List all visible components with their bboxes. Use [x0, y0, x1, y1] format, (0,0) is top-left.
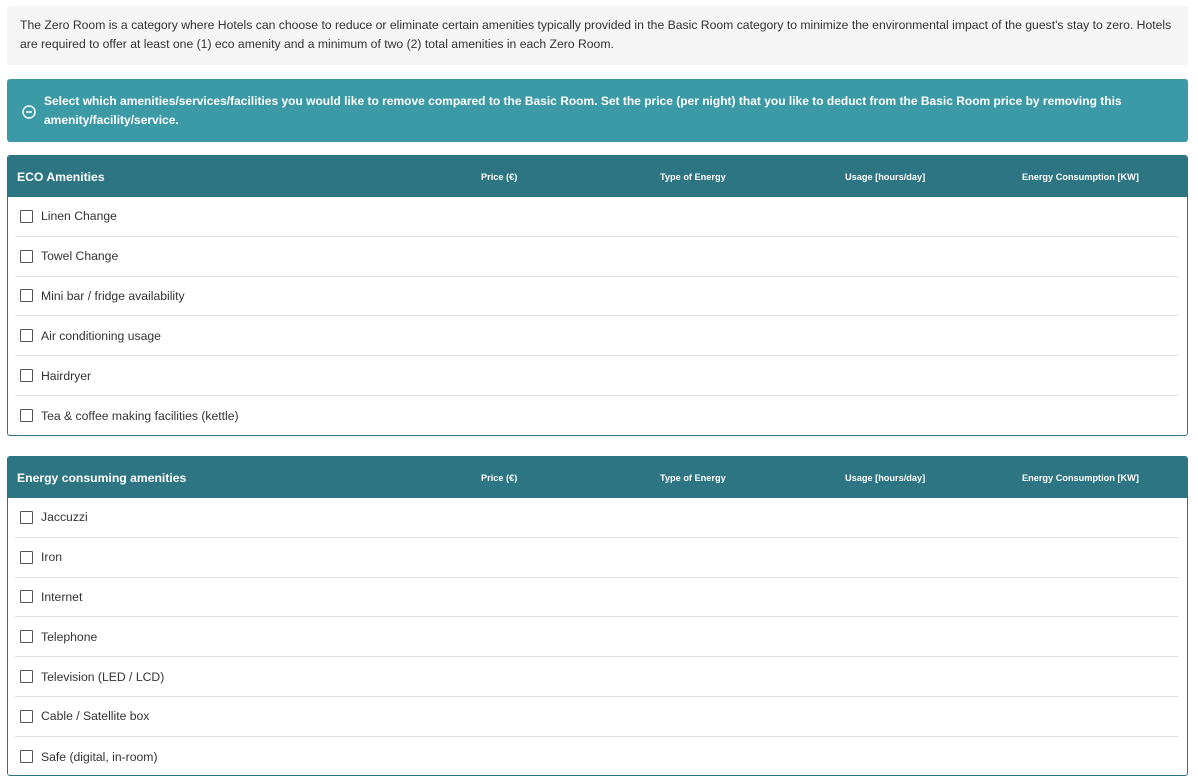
- col-header-price: Price (€): [481, 172, 518, 182]
- col-header-energy-consumption: Energy Consumption [KW]: [1022, 172, 1139, 182]
- info-banner: Select which amenities/services/faciliti…: [7, 79, 1188, 142]
- list-item: Internet: [15, 578, 1179, 618]
- intro-text: The Zero Room is a category where Hotels…: [20, 18, 1172, 51]
- safe-checkbox[interactable]: [20, 750, 33, 764]
- jaccuzzi-checkbox[interactable]: [20, 510, 33, 524]
- linen-change-checkbox[interactable]: [20, 209, 33, 223]
- eco-amenities-panel: ECO Amenities Price (€) Type of Energy U…: [7, 155, 1188, 436]
- eco-amenities-header: ECO Amenities Price (€) Type of Energy U…: [8, 156, 1187, 197]
- item-label: Air conditioning usage: [41, 328, 161, 343]
- tea-coffee-checkbox[interactable]: [20, 409, 33, 423]
- energy-amenities-panel: Energy consuming amenities Price (€) Typ…: [7, 456, 1188, 776]
- col-header-price: Price (€): [481, 473, 518, 483]
- internet-checkbox[interactable]: [20, 590, 33, 604]
- eco-amenities-title: ECO Amenities: [17, 170, 105, 184]
- energy-amenities-title: Energy consuming amenities: [17, 471, 187, 485]
- hairdryer-checkbox[interactable]: [20, 369, 33, 383]
- col-header-energy-consumption: Energy Consumption [KW]: [1022, 473, 1139, 483]
- television-checkbox[interactable]: [20, 670, 33, 684]
- air-conditioning-checkbox[interactable]: [20, 329, 33, 343]
- col-header-type-of-energy: Type of Energy: [660, 473, 726, 483]
- list-item: Safe (digital, in-room): [15, 737, 1179, 775]
- list-item: Hairdryer: [15, 356, 1179, 396]
- towel-change-checkbox[interactable]: [20, 249, 33, 263]
- list-item: Air conditioning usage: [15, 316, 1179, 357]
- list-item: Linen Change: [15, 197, 1179, 237]
- item-label: Internet: [41, 589, 83, 604]
- info-text: Select which amenities/services/faciliti…: [44, 93, 1122, 127]
- energy-amenities-list: Jaccuzzi Iron Internet Telephone Televis…: [8, 498, 1187, 775]
- item-label: Iron: [41, 550, 63, 565]
- list-item: Television (LED / LCD): [15, 657, 1179, 697]
- list-item: Iron: [15, 538, 1179, 578]
- list-item: Mini bar / fridge availability: [15, 277, 1179, 317]
- item-label: Cable / Satellite box: [41, 709, 150, 724]
- list-item: Cable / Satellite box: [15, 697, 1179, 737]
- minus-circle-icon[interactable]: [22, 105, 36, 119]
- eco-amenities-list: Linen Change Towel Change Mini bar / fri…: [8, 197, 1187, 435]
- col-header-type-of-energy: Type of Energy: [660, 172, 726, 182]
- col-header-usage: Usage [hours/day]: [845, 473, 926, 483]
- item-label: Hairdryer: [41, 368, 92, 383]
- list-item: Towel Change: [15, 237, 1179, 277]
- item-label: Mini bar / fridge availability: [41, 288, 185, 303]
- item-label: Tea & coffee making facilities (kettle): [41, 408, 239, 423]
- col-header-usage: Usage [hours/day]: [845, 172, 926, 182]
- iron-checkbox[interactable]: [20, 550, 33, 564]
- item-label: Jaccuzzi: [41, 510, 88, 525]
- telephone-checkbox[interactable]: [20, 630, 33, 644]
- item-label: Linen Change: [41, 209, 117, 224]
- mini-bar-checkbox[interactable]: [20, 289, 33, 303]
- list-item: Jaccuzzi: [15, 498, 1179, 538]
- item-label: Towel Change: [41, 249, 119, 264]
- list-item: Tea & coffee making facilities (kettle): [15, 396, 1179, 435]
- energy-amenities-header: Energy consuming amenities Price (€) Typ…: [8, 457, 1187, 498]
- item-label: Safe (digital, in-room): [41, 749, 158, 764]
- item-label: Telephone: [41, 629, 98, 644]
- list-item: Telephone: [15, 617, 1179, 658]
- item-label: Television (LED / LCD): [41, 669, 165, 684]
- cable-satellite-checkbox[interactable]: [20, 709, 33, 723]
- intro-description: The Zero Room is a category where Hotels…: [7, 6, 1188, 65]
